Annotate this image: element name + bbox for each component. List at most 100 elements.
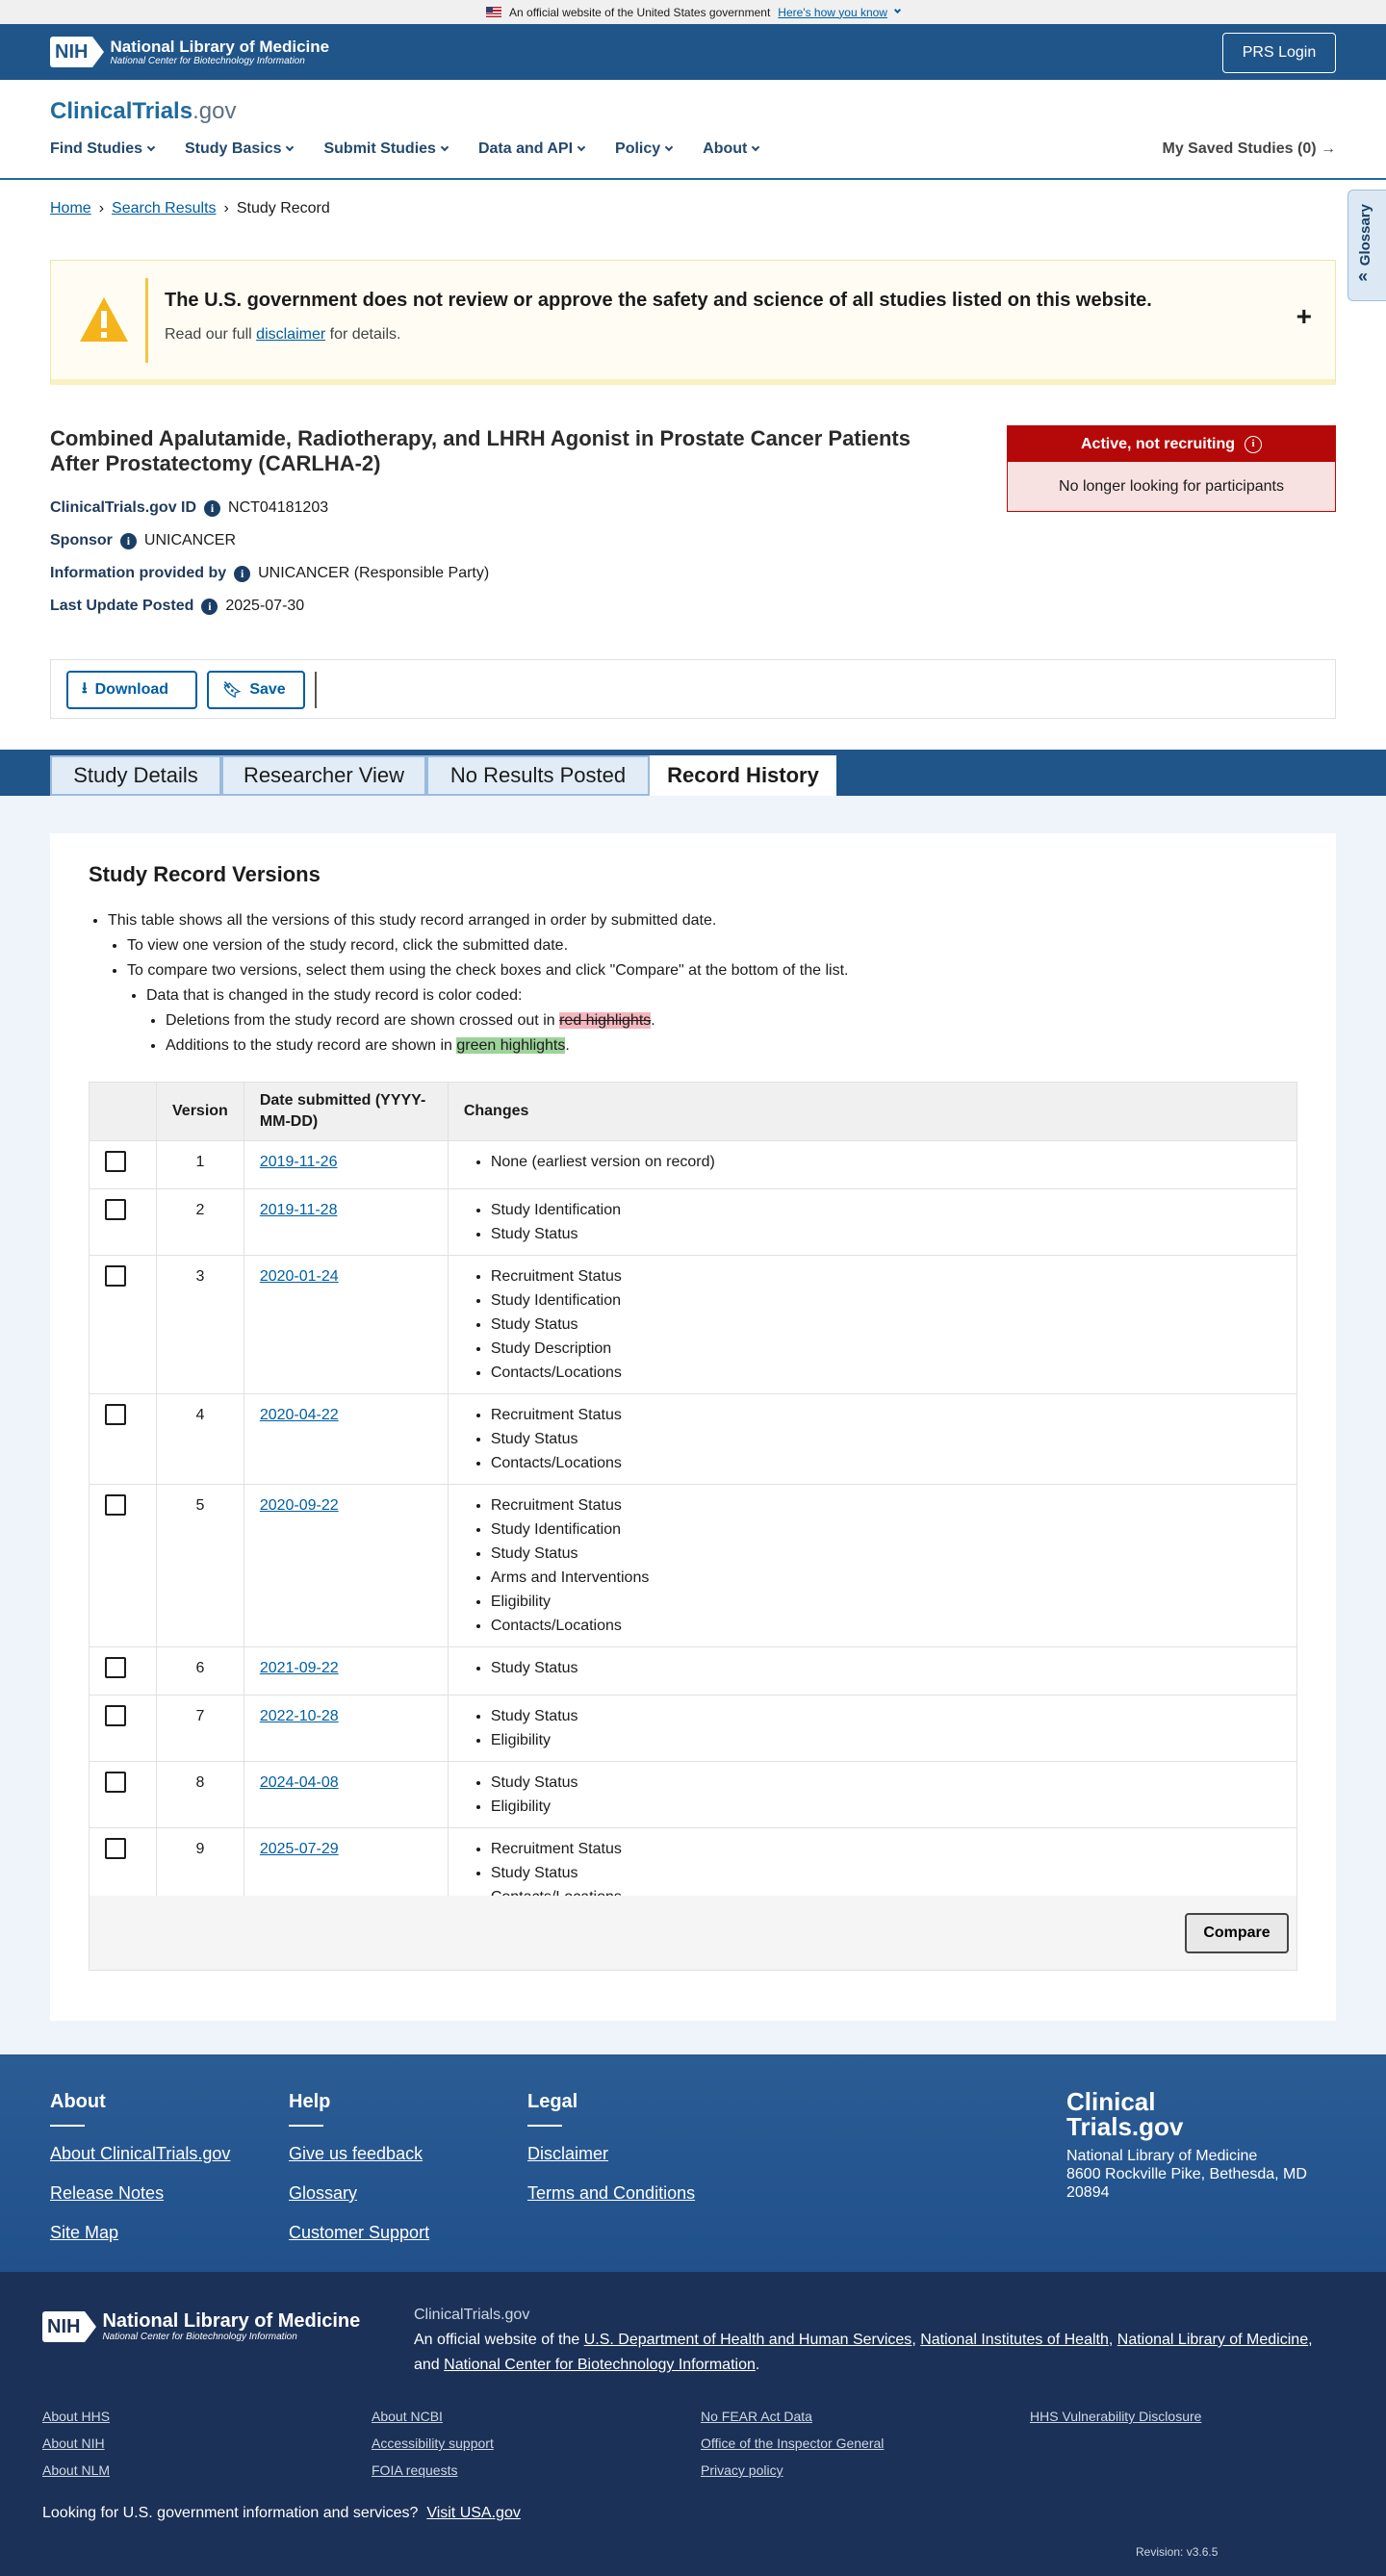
footer-links-col3: No FEAR Act Data Office of the Inspector… <box>701 2403 884 2484</box>
nav-study-basics[interactable]: Study Basics <box>185 140 295 158</box>
nav-submit-studies[interactable]: Submit Studies <box>323 140 449 158</box>
version-checkbox[interactable] <box>105 1494 126 1516</box>
info-icon[interactable]: i <box>119 532 137 549</box>
col-select <box>89 1082 157 1141</box>
site-logo[interactable]: ClinicalTrials.gov <box>50 98 236 125</box>
footer-link[interactable]: Site Map <box>50 2223 230 2243</box>
info-icon[interactable]: i <box>1245 435 1263 453</box>
expand-plus-icon[interactable]: + <box>1296 301 1312 332</box>
breadcrumb-home[interactable]: Home <box>50 200 91 217</box>
heres-how-you-know-link[interactable]: Here's how you know <box>778 6 887 19</box>
hhs-link[interactable]: U.S. Department of Health and Human Serv… <box>584 2332 912 2348</box>
change-item: Study Status <box>491 1542 1281 1566</box>
change-item: Eligibility <box>491 1795 1281 1819</box>
version-date-link[interactable]: 2025-07-29 <box>260 1841 339 1857</box>
version-number: 4 <box>156 1393 244 1485</box>
footer-link[interactable]: About ClinicalTrials.gov <box>50 2144 230 2164</box>
chevron-right-icon: › <box>98 200 105 217</box>
change-item: Recruitment Status <box>491 1264 1281 1288</box>
chevron-down-icon <box>893 6 902 14</box>
version-date-link[interactable]: 2022-10-28 <box>260 1708 339 1724</box>
version-date-link[interactable]: 2020-04-22 <box>260 1407 339 1423</box>
footer-link[interactable]: Release Notes <box>50 2183 230 2204</box>
download-button[interactable]: ⭳ Download <box>66 671 197 709</box>
footer-legal: Legal Disclaimer Terms and Conditions <box>527 2091 696 2204</box>
change-item: Recruitment Status <box>491 1837 1281 1861</box>
version-checkbox[interactable] <box>105 1265 126 1287</box>
change-item: Contacts/Locations <box>491 1451 1281 1475</box>
version-checkbox[interactable] <box>105 1657 126 1678</box>
prs-login-button[interactable]: PRS Login <box>1222 33 1336 73</box>
footer-link[interactable]: Office of the Inspector General <box>701 2430 884 2457</box>
nav-find-studies[interactable]: Find Studies <box>50 140 156 158</box>
footer-link[interactable]: Give us feedback <box>289 2144 429 2164</box>
tab-study-details[interactable]: Study Details <box>50 755 221 796</box>
nav-policy[interactable]: Policy <box>615 140 674 158</box>
footer-link[interactable]: Glossary <box>289 2183 429 2204</box>
glossary-label: Glossary <box>1357 204 1373 267</box>
change-item: Study Status <box>491 1313 1281 1337</box>
version-checkbox[interactable] <box>105 1838 126 1859</box>
footer-link[interactable]: About HHS <box>42 2403 110 2430</box>
footer-link[interactable]: About NIH <box>42 2430 110 2457</box>
disclaimer-title: The U.S. government does not review or a… <box>165 290 1152 311</box>
glossary-toggle[interactable]: Glossary « <box>1348 190 1386 301</box>
date-cell: 2022-10-28 <box>243 1695 449 1762</box>
footer-link[interactable]: About NLM <box>42 2457 110 2484</box>
changes-cell: Study StatusEligibility <box>447 1761 1298 1828</box>
row-select-cell <box>89 1761 157 1828</box>
footer-link[interactable]: Customer Support <box>289 2223 429 2243</box>
version-number: 8 <box>156 1761 244 1828</box>
footer-link[interactable]: FOIA requests <box>372 2457 494 2484</box>
tab-researcher-view[interactable]: Researcher View <box>221 755 426 796</box>
change-item: Study Description <box>491 1337 1281 1361</box>
row-select-cell <box>89 1393 157 1485</box>
version-date-link[interactable]: 2021-09-22 <box>260 1660 339 1676</box>
info-icon[interactable]: i <box>234 565 251 582</box>
version-checkbox[interactable] <box>105 1772 126 1793</box>
footer-link[interactable]: Terms and Conditions <box>527 2183 695 2204</box>
footer-link[interactable]: Accessibility support <box>372 2430 494 2457</box>
usa-gov-link[interactable]: Visit USA.gov <box>426 2505 521 2521</box>
version-date-link[interactable]: 2020-09-22 <box>260 1497 339 1514</box>
footer-ctgov-logo[interactable]: Clinical Trials.gov <box>1066 2089 1183 2139</box>
nlm-link[interactable]: National Library of Medicine <box>1117 2332 1308 2348</box>
tab-record-history[interactable]: Record History <box>650 755 836 796</box>
version-date-link[interactable]: 2020-01-24 <box>260 1268 339 1285</box>
change-item: Contacts/Locations <box>491 1361 1281 1385</box>
version-checkbox[interactable] <box>105 1404 126 1425</box>
footer-link[interactable]: Privacy policy <box>701 2457 884 2484</box>
footer-link[interactable]: Disclaimer <box>527 2144 695 2164</box>
tab-no-results-posted[interactable]: No Results Posted <box>426 755 650 796</box>
official-website-text: An official website of the U.S. Departme… <box>414 2332 1313 2373</box>
info-icon[interactable]: i <box>204 499 221 517</box>
nav-data-and-api[interactable]: Data and API <box>478 140 586 158</box>
version-checkbox[interactable] <box>105 1151 126 1172</box>
footer-nlm-logo[interactable]: NIH National Library of Medicine National… <box>42 2310 360 2343</box>
info-provided-value: UNICANCER (Responsible Party) <box>258 565 490 581</box>
version-date-link[interactable]: 2024-04-08 <box>260 1774 339 1791</box>
compare-button[interactable]: Compare <box>1185 1913 1289 1953</box>
changes-cell: Recruitment StatusStudy IdentificationSt… <box>447 1484 1298 1647</box>
breadcrumb-search-results[interactable]: Search Results <box>112 200 217 217</box>
version-checkbox[interactable] <box>105 1705 126 1726</box>
nih-link[interactable]: National Institutes of Health <box>920 2332 1109 2348</box>
footer-link[interactable]: HHS Vulnerability Disclosure <box>1030 2403 1201 2430</box>
footer-link[interactable]: No FEAR Act Data <box>701 2403 884 2430</box>
version-date-link[interactable]: 2019-11-28 <box>260 1202 338 1218</box>
nav-about[interactable]: About <box>703 140 760 158</box>
status-badge: Active, not recruiting i No longer lookin… <box>1007 425 1336 512</box>
date-cell: 2019-11-28 <box>243 1188 449 1256</box>
disclaimer-banner[interactable]: The U.S. government does not review or a… <box>50 260 1336 385</box>
save-button[interactable]: 🔖︎ Save <box>207 671 305 709</box>
info-icon[interactable]: i <box>201 598 218 615</box>
my-saved-studies-link[interactable]: My Saved Studies (0) → <box>1163 140 1337 158</box>
disclaimer-link[interactable]: disclaimer <box>256 326 325 343</box>
ncbi-link[interactable]: National Center for Biotechnology Inform… <box>444 2357 756 2373</box>
table-row: 8 2024-04-08 Study StatusEligibility <box>89 1761 1298 1828</box>
footer-link[interactable]: About NCBI <box>372 2403 494 2430</box>
version-checkbox[interactable] <box>105 1199 126 1220</box>
change-item: Arms and Interventions <box>491 1566 1281 1590</box>
version-date-link[interactable]: 2019-11-26 <box>260 1154 338 1170</box>
nlm-logo[interactable]: NIH National Library of Medicine National… <box>50 37 329 67</box>
